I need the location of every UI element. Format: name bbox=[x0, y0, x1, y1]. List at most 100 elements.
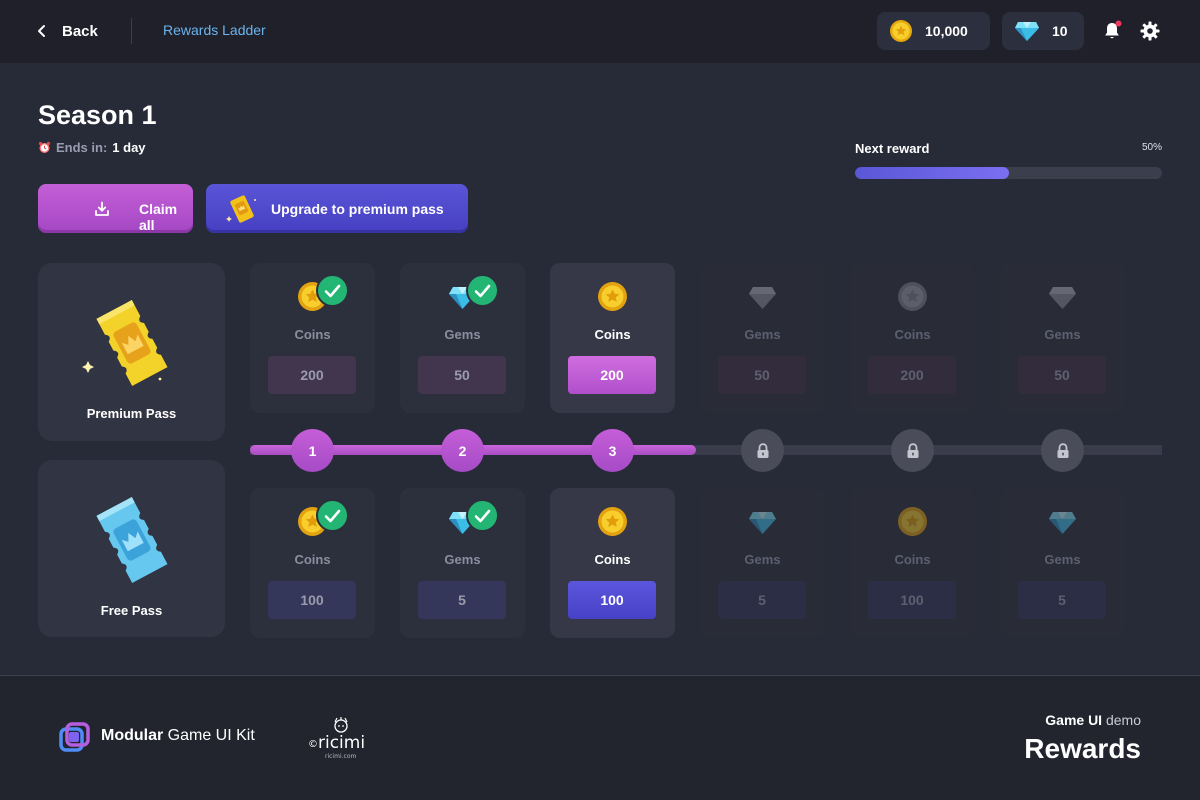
reward-label: Coins bbox=[594, 327, 631, 342]
premium-reward-tile[interactable]: Gems 50 bbox=[1000, 263, 1125, 413]
coin-icon bbox=[898, 507, 927, 536]
reward-amount-button[interactable]: 100 bbox=[568, 581, 656, 619]
next-reward-percent: 50% bbox=[1141, 142, 1162, 153]
level-node: 2 bbox=[441, 429, 484, 472]
reward-label: Coins bbox=[894, 552, 931, 567]
back-button[interactable]: Back bbox=[36, 20, 98, 42]
header-divider bbox=[131, 18, 132, 44]
free-pass-ticket-icon bbox=[96, 497, 168, 583]
coin-icon bbox=[598, 507, 627, 536]
free-reward-tile[interactable]: Coins 100 bbox=[550, 488, 675, 638]
kit-name-rest: Game UI Kit bbox=[163, 727, 255, 744]
free-pass-label: Free Pass bbox=[100, 603, 163, 618]
reward-label: Gems bbox=[1044, 552, 1081, 567]
chevron-left-icon bbox=[38, 25, 45, 37]
top-bar: Back Rewards Ladder 10,000 10 bbox=[0, 0, 1200, 63]
ricimi-url: ricimi.com bbox=[325, 753, 356, 760]
free-reward-tile[interactable]: Gems 5 bbox=[400, 488, 525, 638]
check-icon bbox=[474, 509, 491, 522]
claimed-check-badge bbox=[466, 499, 499, 532]
premium-reward-tile[interactable]: Coins 200 bbox=[250, 263, 375, 413]
premium-pass-label: Premium Pass bbox=[86, 406, 177, 421]
ricimi-logo: © ricimi ricimi.com bbox=[308, 717, 365, 760]
bell-icon[interactable] bbox=[1101, 20, 1123, 42]
premium-reward-tile[interactable]: Coins 200 bbox=[550, 263, 675, 413]
level-node: 1 bbox=[291, 429, 334, 472]
kit-name-bold: Modular bbox=[101, 727, 164, 744]
reward-amount-button[interactable]: 200 bbox=[568, 356, 656, 394]
coins-balance[interactable]: 10,000 bbox=[877, 12, 990, 50]
free-reward-tile[interactable]: Gems 5 bbox=[1000, 488, 1125, 638]
coins-value: 10,000 bbox=[925, 23, 968, 39]
demo-label-rest: demo bbox=[1102, 712, 1141, 728]
gem-icon bbox=[749, 512, 776, 534]
coin-icon bbox=[598, 282, 627, 311]
reward-label: Gems bbox=[744, 552, 781, 567]
next-reward-label: Next reward bbox=[855, 141, 930, 156]
premium-reward-tile[interactable]: Coins 200 bbox=[850, 263, 975, 413]
reward-icon bbox=[1047, 506, 1078, 537]
reward-amount-button[interactable]: 200 bbox=[268, 356, 356, 394]
reward-label: Gems bbox=[444, 327, 481, 342]
reward-amount-button[interactable]: 100 bbox=[268, 581, 356, 619]
gear-icon[interactable] bbox=[1139, 20, 1161, 42]
free-reward-tile[interactable]: Coins 100 bbox=[250, 488, 375, 638]
reward-label: Gems bbox=[744, 327, 781, 342]
download-icon bbox=[95, 201, 109, 216]
free-reward-tile[interactable]: Coins 100 bbox=[850, 488, 975, 638]
alarm-clock-icon bbox=[38, 141, 51, 153]
free-reward-tile[interactable]: Gems 5 bbox=[700, 488, 825, 638]
premium-ticket-icon bbox=[226, 195, 256, 223]
premium-pass-ticket-icon bbox=[82, 300, 168, 386]
reward-amount-button[interactable]: 5 bbox=[418, 581, 506, 619]
level-number: 2 bbox=[458, 442, 467, 459]
reward-amount-button[interactable]: 50 bbox=[1018, 356, 1106, 394]
ends-value: 1 day bbox=[112, 140, 146, 155]
level-node bbox=[1041, 429, 1084, 472]
gems-balance[interactable]: 10 bbox=[1002, 12, 1084, 50]
premium-reward-tile[interactable]: Gems 50 bbox=[700, 263, 825, 413]
reward-label: Gems bbox=[444, 552, 481, 567]
check-icon bbox=[474, 284, 491, 297]
breadcrumb[interactable]: Rewards Ladder bbox=[163, 22, 266, 38]
gem-icon bbox=[1015, 22, 1039, 41]
reward-label: Gems bbox=[1044, 327, 1081, 342]
coin-icon bbox=[898, 282, 927, 311]
check-icon bbox=[324, 509, 341, 522]
level-number: 1 bbox=[308, 442, 317, 459]
gems-value: 10 bbox=[1052, 23, 1068, 39]
reward-amount-button[interactable]: 5 bbox=[718, 581, 806, 619]
premium-pass-card: Premium Pass bbox=[38, 263, 225, 441]
claim-all-button[interactable]: Claim all bbox=[38, 184, 193, 233]
reward-amount-button[interactable]: 200 bbox=[868, 356, 956, 394]
upgrade-premium-button[interactable]: Upgrade to premium pass bbox=[206, 184, 468, 233]
check-icon bbox=[324, 284, 341, 297]
next-reward-progress-bar bbox=[855, 167, 1162, 179]
season-title: Season 1 bbox=[38, 100, 157, 130]
level-node bbox=[891, 429, 934, 472]
reward-icon bbox=[1047, 281, 1078, 312]
gem-icon bbox=[1049, 287, 1076, 309]
reward-amount-button[interactable]: 100 bbox=[868, 581, 956, 619]
reward-amount-button[interactable]: 50 bbox=[418, 356, 506, 394]
ends-label: Ends in: bbox=[56, 140, 108, 155]
kit-name: Modular Game UI Kit bbox=[101, 727, 255, 745]
level-node: 3 bbox=[591, 429, 634, 472]
svg-text:©: © bbox=[308, 739, 318, 750]
claimed-check-badge bbox=[316, 499, 349, 532]
reward-amount-button[interactable]: 5 bbox=[1018, 581, 1106, 619]
reward-icon bbox=[897, 506, 928, 537]
season-countdown: Ends in: 1 day bbox=[38, 140, 146, 155]
premium-reward-tile[interactable]: Gems 50 bbox=[400, 263, 525, 413]
reward-icon bbox=[747, 281, 778, 312]
lock-icon bbox=[907, 442, 918, 458]
claim-all-label: Claim all bbox=[139, 201, 178, 233]
level-number: 3 bbox=[608, 442, 617, 459]
reward-icon bbox=[597, 281, 628, 312]
coin-icon bbox=[890, 20, 912, 42]
demo-label: Game UI demo bbox=[1045, 712, 1141, 728]
back-label: Back bbox=[62, 22, 98, 40]
lock-icon bbox=[757, 442, 768, 458]
gem-icon bbox=[749, 287, 776, 309]
reward-amount-button[interactable]: 50 bbox=[718, 356, 806, 394]
